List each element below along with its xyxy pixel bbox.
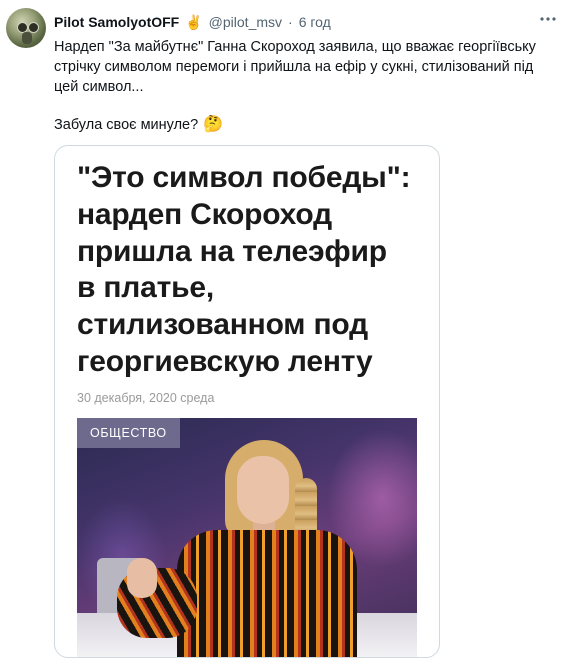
media-card[interactable]: "Это символ победы": нардеп Скороход при… xyxy=(54,145,440,658)
victory-hand-emoji: ✌️ xyxy=(185,13,203,30)
headline-line: нардеп Скороход xyxy=(77,197,332,231)
headline-line: стилизованном под xyxy=(77,308,368,342)
tweet-time[interactable]: 6 год xyxy=(299,14,331,30)
article-photo[interactable]: ОБЩЕСТВО xyxy=(77,418,417,657)
thinking-face-emoji: 🤔 xyxy=(203,116,224,133)
tweet[interactable]: Pilot SamolyotOFF ✌️ @pilot_msv · 6 год … xyxy=(0,0,566,664)
headline-line: георгиевскую ленту xyxy=(77,344,373,378)
tweet-text: Нардеп "За майбутнє" Ганна Скороход заяв… xyxy=(54,37,554,97)
avatar-eye-right xyxy=(28,22,39,33)
more-dots-icon[interactable] xyxy=(538,11,558,27)
tweet-text-second: Забула своє минуле? 🤔 xyxy=(54,115,223,135)
tweet-header: Pilot SamolyotOFF ✌️ @pilot_msv · 6 год xyxy=(54,13,331,31)
tweet-text-line: цей символ... xyxy=(54,79,144,95)
display-name[interactable]: Pilot SamolyotOFF xyxy=(54,14,179,30)
tweet-question: Забула своє минуле? xyxy=(54,117,199,133)
article-date: 30 декабря, 2020 среда xyxy=(77,391,215,405)
headline-line: "Это символ победы": xyxy=(77,161,411,194)
tweet-text-line: Нардеп "За майбутнє" Ганна Скороход заяв… xyxy=(54,39,536,55)
separator-dot: · xyxy=(288,14,293,30)
tweet-text-line: стрічку символом перемоги і прийшла на е… xyxy=(54,59,534,75)
headline-line: пришла на телеэфир xyxy=(77,234,387,268)
headline-line: в платье, xyxy=(77,271,214,305)
person-hand xyxy=(127,558,157,598)
avatar-mask-filter xyxy=(22,32,32,44)
user-handle[interactable]: @pilot_msv xyxy=(209,14,282,30)
category-badge[interactable]: ОБЩЕСТВО xyxy=(77,418,180,448)
person-face xyxy=(237,456,289,524)
striped-dress xyxy=(177,530,357,657)
card-headline: "Это символ победы": нардеп Скороход при… xyxy=(77,160,427,381)
avatar[interactable] xyxy=(6,8,46,48)
